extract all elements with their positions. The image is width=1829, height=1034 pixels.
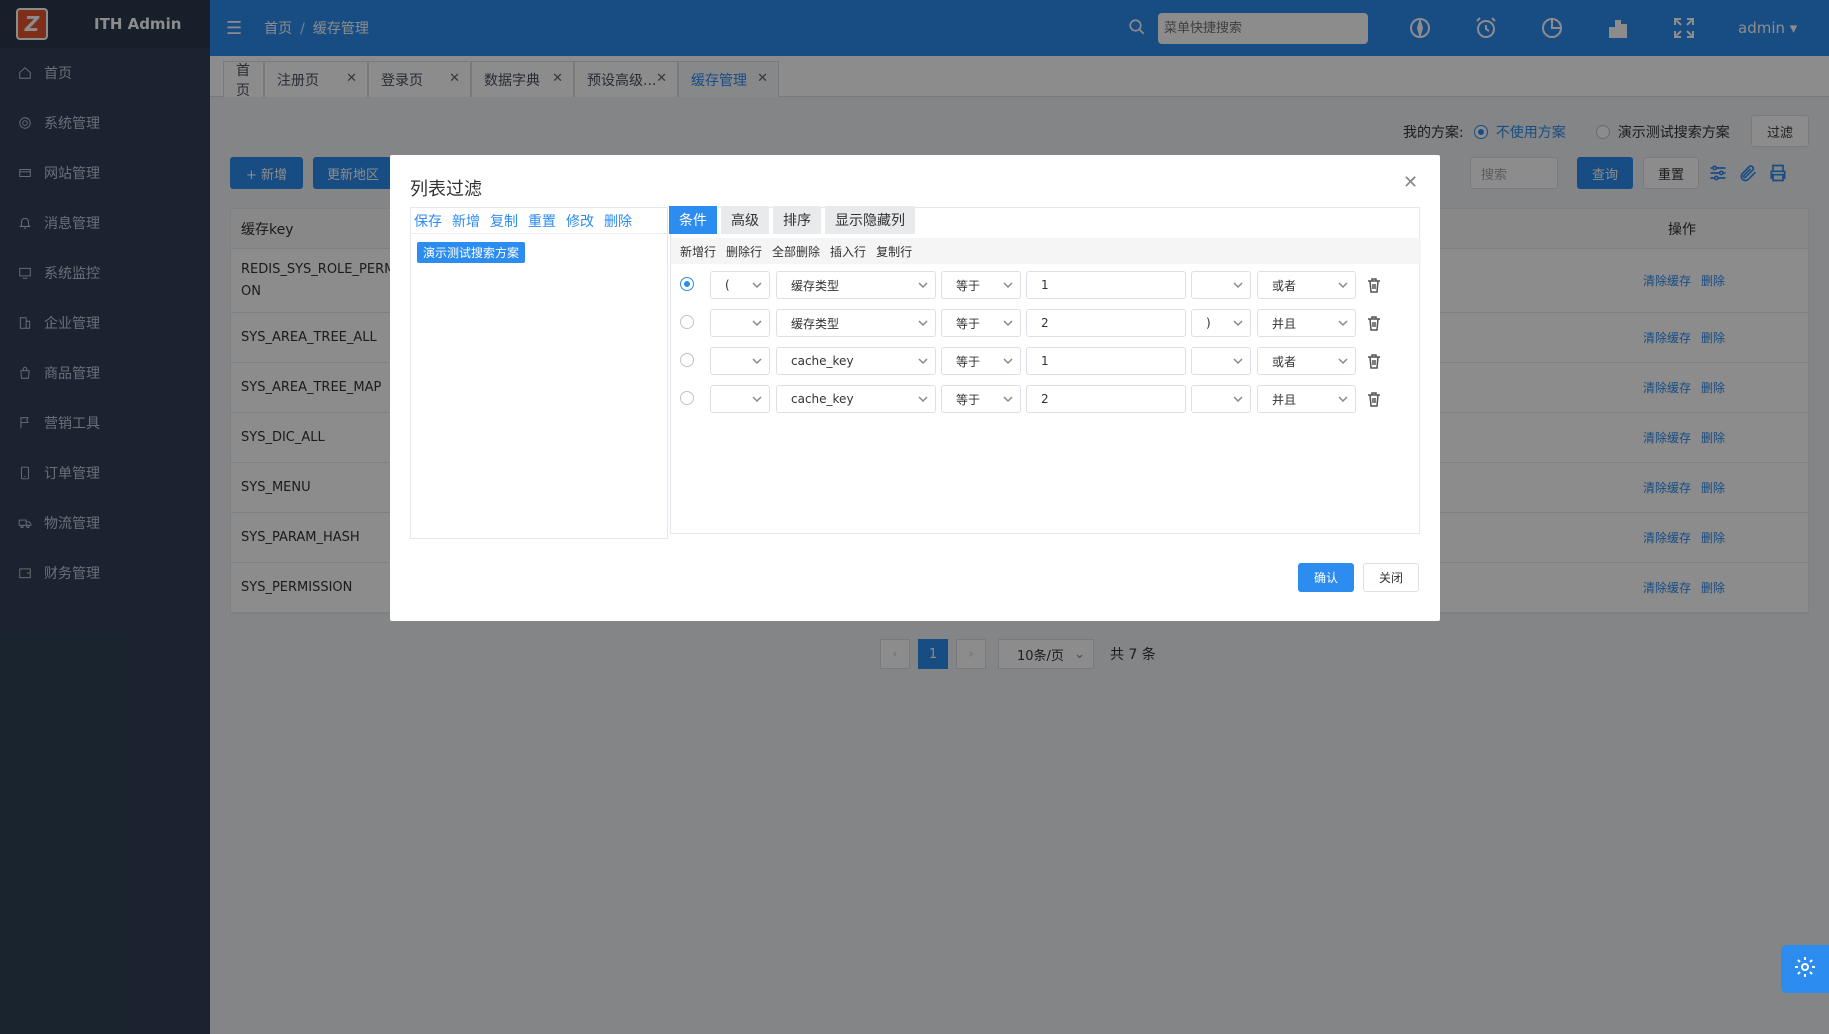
scheme-action-0[interactable]: 保存 (414, 211, 442, 231)
chevron-down-icon (917, 279, 928, 289)
value-input[interactable]: 1 (1026, 271, 1186, 299)
logic-select[interactable]: 并且 (1257, 385, 1356, 413)
chevron-down-icon (1232, 279, 1243, 289)
dialog-title: 列表过滤 (410, 179, 482, 200)
right-paren-select[interactable] (1191, 385, 1251, 413)
right-paren-select[interactable] (1191, 271, 1251, 299)
operator-select[interactable]: 等于 (941, 309, 1021, 337)
scheme-action-1[interactable]: 新增 (452, 211, 480, 231)
chevron-down-icon (1232, 317, 1243, 327)
close-icon[interactable]: ✕ (1403, 172, 1418, 193)
left-paren-select[interactable] (710, 347, 770, 375)
row-select-radio[interactable] (680, 277, 694, 291)
field-select[interactable]: cache_key (776, 347, 936, 375)
logic-select[interactable]: 或者 (1257, 271, 1356, 299)
trash-icon[interactable] (1367, 315, 1381, 331)
close-button[interactable]: 关闭 (1363, 563, 1419, 592)
left-paren-select[interactable] (710, 385, 770, 413)
chevron-down-icon (917, 317, 928, 327)
gear-icon (1793, 955, 1817, 983)
row-action-3[interactable]: 插入行 (830, 243, 866, 260)
right-paren-select[interactable]: ) (1191, 309, 1251, 337)
chevron-down-icon (751, 355, 762, 365)
chevron-down-icon (1232, 355, 1243, 365)
condition-row: (缓存类型 等于 1 或者 (677, 271, 1417, 299)
scheme-actions: 保存 新增 复制 重置 修改 删除 (411, 208, 667, 234)
field-select[interactable]: cache_key (776, 385, 936, 413)
condition-row: 缓存类型 等于 2) 并且 (677, 309, 1417, 337)
chevron-down-icon (751, 393, 762, 403)
chevron-down-icon (917, 393, 928, 403)
row-action-4[interactable]: 复制行 (876, 243, 912, 260)
row-action-0[interactable]: 新增行 (680, 243, 716, 260)
left-paren-select[interactable] (710, 309, 770, 337)
condition-tab-1[interactable]: 高级 (721, 206, 769, 234)
condition-row: cache_key 等于 1 或者 (677, 347, 1417, 375)
value-input[interactable]: 1 (1026, 347, 1186, 375)
chevron-down-icon (751, 317, 762, 327)
row-actions: 新增行 删除行 全部删除 插入行 复制行 (671, 238, 1421, 264)
scheme-action-3[interactable]: 重置 (528, 211, 556, 231)
logic-select[interactable]: 并且 (1257, 309, 1356, 337)
condition-tab-3[interactable]: 显示隐藏列 (825, 206, 915, 234)
chevron-down-icon (751, 279, 762, 289)
value-input[interactable]: 2 (1026, 385, 1186, 413)
condition-tab-2[interactable]: 排序 (773, 206, 821, 234)
row-select-radio[interactable] (680, 391, 694, 405)
chevron-down-icon (1337, 393, 1348, 403)
chevron-down-icon (1002, 355, 1013, 365)
logic-select[interactable]: 或者 (1257, 347, 1356, 375)
right-paren-select[interactable] (1191, 347, 1251, 375)
scheme-action-2[interactable]: 复制 (490, 211, 518, 231)
chevron-down-icon (1002, 393, 1013, 403)
chevron-down-icon (1002, 279, 1013, 289)
operator-select[interactable]: 等于 (941, 271, 1021, 299)
condition-tab-0[interactable]: 条件 (669, 206, 717, 234)
scheme-action-5[interactable]: 删除 (604, 211, 632, 231)
chevron-down-icon (1337, 355, 1348, 365)
left-paren-select[interactable]: ( (710, 271, 770, 299)
value-input[interactable]: 2 (1026, 309, 1186, 337)
chevron-down-icon (1002, 317, 1013, 327)
row-action-1[interactable]: 删除行 (726, 243, 762, 260)
chevron-down-icon (1337, 317, 1348, 327)
row-select-radio[interactable] (680, 315, 694, 329)
chevron-down-icon (1232, 393, 1243, 403)
filter-dialog: 列表过滤 ✕ 保存 新增 复制 重置 修改 删除 演示测试搜索方案 条件 高级 排序 显示隐藏列… (390, 155, 1440, 621)
confirm-button[interactable]: 确认 (1298, 563, 1354, 592)
chevron-down-icon (917, 355, 928, 365)
condition-tabs: 条件 高级 排序 显示隐藏列 (669, 206, 919, 234)
field-select[interactable]: 缓存类型 (776, 309, 936, 337)
settings-button[interactable] (1781, 945, 1829, 993)
scheme-action-4[interactable]: 修改 (566, 211, 594, 231)
operator-select[interactable]: 等于 (941, 347, 1021, 375)
trash-icon[interactable] (1367, 277, 1381, 293)
chevron-down-icon (1337, 279, 1348, 289)
row-select-radio[interactable] (680, 353, 694, 367)
scheme-item-selected[interactable]: 演示测试搜索方案 (417, 242, 526, 263)
row-action-2[interactable]: 全部删除 (772, 243, 820, 260)
trash-icon[interactable] (1367, 391, 1381, 407)
trash-icon[interactable] (1367, 353, 1381, 369)
field-select[interactable]: 缓存类型 (776, 271, 936, 299)
condition-panel: 条件 高级 排序 显示隐藏列 新增行 删除行 全部删除 插入行 复制行 (缓存类型 等于 1 或者缓… (669, 206, 1421, 534)
scheme-panel: 保存 新增 复制 重置 修改 删除 演示测试搜索方案 (410, 207, 668, 539)
condition-row: cache_key 等于 2 并且 (677, 385, 1417, 413)
operator-select[interactable]: 等于 (941, 385, 1021, 413)
